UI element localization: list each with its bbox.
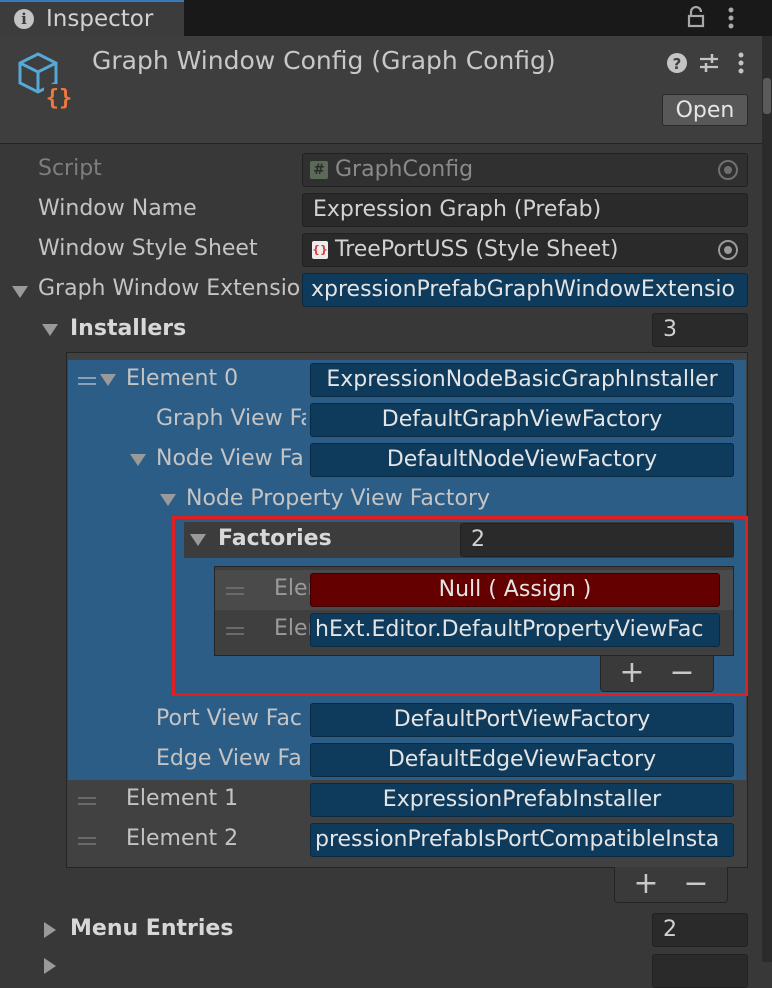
tab-inspector[interactable]: i Inspector — [0, 0, 184, 36]
element-2-label[interactable]: Element 2 — [126, 826, 238, 851]
foldout-collapsed-icon[interactable] — [44, 922, 56, 938]
window-style-sheet-label: Window Style Sheet — [38, 236, 258, 261]
foldout-expanded-icon[interactable] — [160, 494, 176, 506]
edge-view-factory-label: Edge View Fa — [156, 746, 302, 771]
menu-entries-label[interactable]: Menu Entries — [70, 916, 233, 941]
tab-label: Inspector — [46, 6, 154, 32]
style-sheet-value: TreePortUSS (Style Sheet) — [335, 237, 619, 262]
open-button[interactable]: Open — [662, 94, 748, 126]
foldout-expanded-icon[interactable] — [12, 286, 28, 298]
add-installer-button[interactable]: + — [632, 869, 660, 899]
svg-text:{}: {} — [46, 86, 73, 111]
node-property-view-factory-label[interactable]: Node Property View Factory — [186, 486, 490, 511]
element-2-field[interactable]: pressionPrefabIsPortCompatibleInsta — [310, 823, 734, 857]
scrollbar[interactable] — [762, 36, 772, 962]
remove-installer-button[interactable]: − — [682, 869, 710, 899]
object-picker-icon — [718, 160, 738, 180]
edge-view-factory-field[interactable]: DefaultEdgeViewFactory — [310, 743, 734, 777]
foldout-expanded-icon[interactable] — [100, 374, 116, 386]
highlight-box — [172, 516, 748, 696]
menu-entries-count-input[interactable]: 2 — [652, 913, 748, 947]
port-view-factory-field[interactable]: DefaultPortViewFactory — [310, 703, 734, 737]
node-view-factory-field[interactable]: DefaultNodeViewFactory — [310, 443, 734, 477]
window-name-input[interactable]: Expression Graph (Prefab) — [302, 193, 748, 227]
component-menu-icon[interactable] — [736, 52, 746, 76]
script-value: GraphConfig — [335, 157, 474, 182]
element-0-label[interactable]: Element 0 — [126, 366, 238, 391]
svg-text:?: ? — [673, 55, 682, 73]
node-view-factory-label[interactable]: Node View Fa — [156, 446, 306, 471]
help-icon[interactable]: ? — [666, 52, 688, 74]
next-count-input[interactable] — [652, 954, 748, 988]
script-field: GraphConfig — [302, 153, 748, 187]
kebab-menu-icon[interactable] — [726, 6, 736, 30]
graph-window-extension-label[interactable]: Graph Window Extensio — [38, 276, 300, 301]
csharp-script-icon: # — [310, 161, 328, 179]
graph-view-factory-label: Graph View Fa — [156, 406, 306, 431]
installers-count-input[interactable]: 3 — [652, 313, 748, 347]
info-icon: i — [14, 9, 34, 29]
graph-window-extension-field[interactable]: xpressionPrefabGraphWindowExtensio — [302, 273, 748, 307]
port-view-factory-label: Port View Fac — [156, 706, 303, 731]
scrollbar-thumb[interactable] — [763, 78, 771, 114]
foldout-expanded-icon[interactable] — [130, 454, 146, 466]
drag-handle-icon[interactable] — [78, 837, 96, 845]
script-label: Script — [38, 156, 102, 181]
installers-label[interactable]: Installers — [70, 316, 186, 341]
foldout-collapsed-icon[interactable] — [44, 958, 56, 974]
window-style-sheet-field[interactable]: TreePortUSS (Style Sheet) — [302, 233, 748, 267]
style-sheet-icon: {} — [312, 241, 328, 259]
graph-view-factory-field[interactable]: DefaultGraphViewFactory — [310, 403, 734, 437]
element-1-label[interactable]: Element 1 — [126, 786, 238, 811]
scriptable-object-icon: {} — [18, 52, 74, 111]
inspector-header: {} Graph Window Config (Graph Config) ? … — [0, 36, 772, 144]
preset-icon[interactable] — [698, 52, 720, 74]
foldout-expanded-icon[interactable] — [42, 324, 58, 336]
page-title: Graph Window Config (Graph Config) — [92, 46, 556, 75]
window-name-label: Window Name — [38, 196, 197, 221]
element-0-field[interactable]: ExpressionNodeBasicGraphInstaller — [310, 363, 734, 397]
drag-handle-icon[interactable] — [78, 797, 96, 805]
element-1-field[interactable]: ExpressionPrefabInstaller — [310, 783, 734, 817]
object-picker-icon[interactable] — [718, 240, 738, 260]
drag-handle-icon[interactable] — [78, 377, 96, 385]
lock-icon[interactable] — [686, 6, 706, 28]
